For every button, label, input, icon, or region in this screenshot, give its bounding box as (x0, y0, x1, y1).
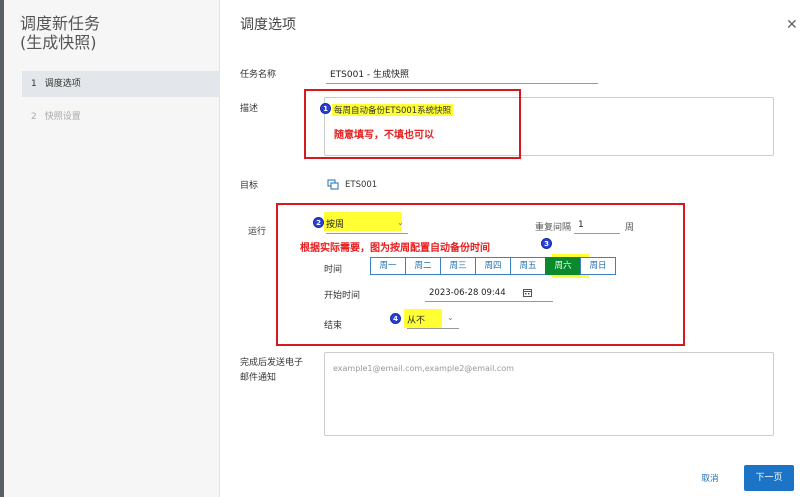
chevron-down-icon[interactable]: ⌄ (447, 313, 454, 322)
day-button-wed[interactable]: 周三 (440, 257, 476, 275)
wizard-sidebar: 调度新任务 (生成快照) 1 调度选项 2 快照设置 (4, 0, 220, 497)
end-label: 结束 (324, 321, 343, 331)
day-button-fri[interactable]: 周五 (510, 257, 546, 275)
annotation-marker-2: 2 (313, 217, 324, 228)
annotation-marker-3: 3 (541, 238, 552, 249)
repeat-interval-input[interactable]: 1 (574, 220, 620, 234)
annotation-note-run: 根据实际需要，图为按周配置自动备份时间 (300, 243, 490, 254)
target-value: ETS001 (345, 180, 378, 190)
day-button-tue[interactable]: 周二 (405, 257, 441, 275)
time-label: 时间 (324, 265, 343, 275)
page-title: 调度选项 (240, 17, 296, 33)
day-button-sat[interactable]: 周六 (545, 257, 581, 275)
step-snapshot-settings[interactable]: 2 快照设置 (22, 104, 220, 130)
task-name-label: 任务名称 (240, 70, 277, 80)
target-label: 目标 (240, 181, 259, 191)
email-notify-label: 完成后发送电子邮件通知 (240, 358, 304, 383)
description-label: 描述 (240, 104, 259, 114)
chevron-down-icon[interactable]: ⌄ (397, 218, 404, 227)
day-button-sun[interactable]: 周日 (580, 257, 616, 275)
day-button-thu[interactable]: 周四 (475, 257, 511, 275)
start-time-input[interactable]: 2023-06-28 09:44 (425, 288, 553, 302)
vm-icon (327, 179, 339, 190)
step-number: 1 (31, 79, 37, 89)
email-placeholder: example1@email.com,example2@email.com (333, 364, 514, 373)
step-scheduling-options[interactable]: 1 调度选项 (22, 71, 220, 97)
step-label: 快照设置 (44, 112, 81, 122)
step-label: 调度选项 (44, 79, 81, 89)
calendar-icon[interactable] (523, 288, 532, 297)
run-select-value: 按周 (326, 220, 345, 230)
annotation-marker-1: 1 (320, 103, 331, 114)
description-value: 每周自动备份ETS001系统快照 (332, 104, 454, 116)
annotation-note-description: 随意填写，不填也可以 (334, 130, 434, 141)
close-icon[interactable]: ✕ (786, 18, 798, 32)
start-time-label: 开始时间 (324, 291, 361, 301)
task-name-input[interactable]: ETS001 - 生成快照 (326, 67, 598, 84)
run-label: 运行 (248, 227, 267, 237)
next-page-button[interactable]: 下一页 (744, 465, 794, 491)
wizard-title: 调度新任务 (生成快照) (20, 14, 101, 52)
annotation-marker-4: 4 (390, 313, 401, 324)
repeat-unit: 周 (625, 223, 635, 233)
end-select-value: 从不 (407, 316, 426, 326)
weekday-selector: 周一 周二 周三 周四 周五 周六 周日 (370, 257, 616, 275)
cancel-button[interactable]: 取消 (690, 470, 730, 488)
run-select[interactable]: 按周 (326, 217, 408, 234)
step-number: 2 (31, 112, 37, 122)
repeat-interval-label: 重复间隔 (535, 223, 572, 233)
day-button-mon[interactable]: 周一 (370, 257, 406, 275)
annotation-box-description (304, 89, 521, 159)
